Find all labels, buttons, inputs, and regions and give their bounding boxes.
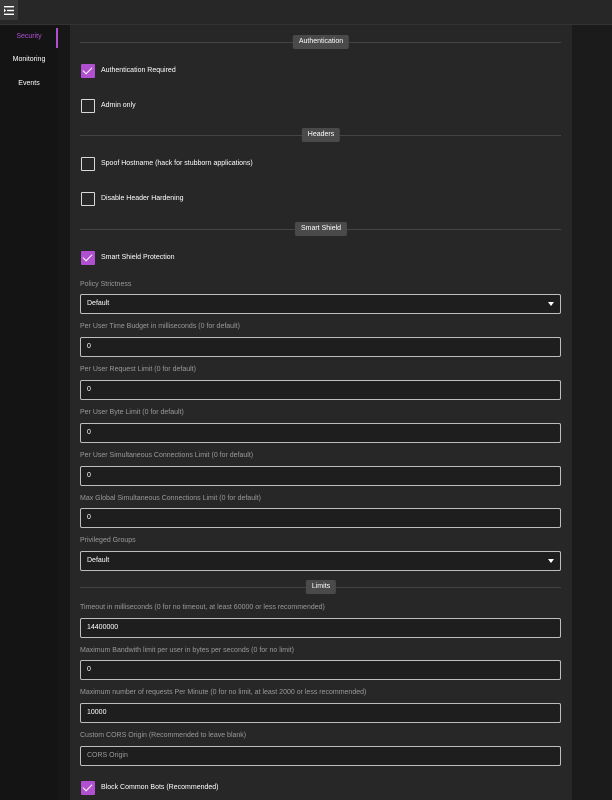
global-limit-label: Max Global Simultaneous Connections Limi… — [80, 495, 261, 502]
caret-down-icon — [548, 302, 554, 306]
simultaneous-limit-label: Per User Simultaneous Connections Limit … — [80, 452, 254, 459]
top-bar — [0, 0, 612, 25]
time-budget-input[interactable]: 0 — [80, 337, 561, 357]
simultaneous-limit-input[interactable]: 0 — [80, 466, 561, 486]
privileged-groups-label: Privileged Groups — [80, 537, 136, 544]
disable-header-hardening-label: Disable Header Hardening — [101, 195, 184, 202]
auth-required-checkbox[interactable] — [81, 64, 95, 78]
cors-origin-label: Custom CORS Origin (Recommended to leave… — [80, 732, 247, 739]
sidebar-item-monitoring[interactable]: Monitoring — [0, 56, 58, 63]
section-label-headers: Headers — [301, 128, 341, 142]
bandwidth-label: Maximum Bandwith limit per user in bytes… — [80, 647, 294, 654]
sidebar-item-events[interactable]: Events — [0, 80, 58, 87]
requests-per-minute-input[interactable]: 10000 — [80, 703, 561, 723]
sidebar-item-label: Events — [18, 80, 40, 87]
policy-strictness-select[interactable]: Default — [80, 294, 561, 314]
smart-shield-protection-checkbox[interactable] — [81, 251, 95, 265]
sidebar-item-label: Monitoring — [12, 56, 46, 63]
request-limit-input[interactable]: 0 — [80, 380, 561, 400]
section-label-authentication: Authentication — [292, 35, 350, 49]
section-label-smart-shield: Smart Shield — [294, 222, 348, 236]
byte-limit-label: Per User Byte Limit (0 for default) — [80, 409, 184, 416]
privileged-groups-value: Default — [87, 557, 110, 564]
caret-down-icon — [548, 559, 554, 563]
spoof-hostname-checkbox[interactable] — [81, 157, 95, 171]
byte-limit-input[interactable]: 0 — [80, 423, 561, 443]
policy-strictness-label: Policy Strictness — [80, 281, 132, 288]
privileged-groups-select[interactable]: Default — [80, 551, 561, 571]
policy-strictness-value: Default — [87, 300, 110, 307]
sidebar-item-label: Security — [16, 33, 42, 40]
request-limit-label: Per User Request Limit (0 for default) — [80, 366, 196, 373]
cors-origin-input[interactable]: CORS Origin — [80, 746, 561, 766]
sidebar-item-security[interactable]: Security — [0, 33, 58, 40]
global-limit-input[interactable]: 0 — [80, 508, 561, 528]
smart-shield-protection-label: Smart Shield Protection — [101, 254, 175, 261]
hamburger-menu-icon[interactable] — [0, 0, 18, 20]
timeout-label: Timeout in milliseconds (0 for no timeou… — [80, 604, 325, 611]
sidebar-gap — [58, 25, 70, 800]
bandwidth-input[interactable]: 0 — [80, 660, 561, 680]
time-budget-label: Per User Time Budget in milliseconds (0 … — [80, 323, 240, 330]
block-common-bots-checkbox[interactable] — [81, 781, 95, 795]
disable-header-hardening-checkbox[interactable] — [81, 192, 95, 206]
admin-only-label: Admin only — [101, 102, 136, 109]
right-margin — [572, 25, 612, 800]
requests-per-minute-label: Maximum number of requests Per Minute (0… — [80, 689, 367, 696]
block-common-bots-label: Block Common Bots (Recommended) — [101, 784, 219, 791]
auth-required-label: Authentication Required — [101, 67, 176, 74]
sidebar: Security Monitoring Events — [0, 25, 58, 800]
admin-only-checkbox[interactable] — [81, 99, 95, 113]
spoof-hostname-label: Spoof Hostname (hack for stubborn applic… — [101, 160, 253, 167]
section-label-limits: Limits — [305, 580, 337, 594]
timeout-input[interactable]: 14400000 — [80, 618, 561, 638]
